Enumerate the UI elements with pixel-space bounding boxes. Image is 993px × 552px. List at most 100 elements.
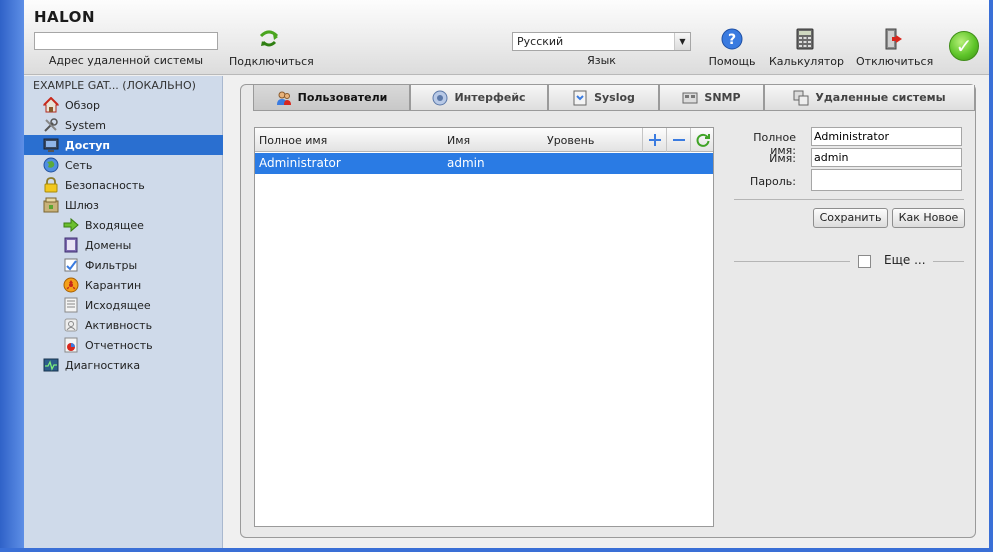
calculator-label: Калькулятор — [769, 55, 844, 68]
more-label: Еще ... — [884, 253, 926, 267]
sidebar-item-label: Сеть — [65, 158, 93, 172]
status-ok-checkmark-icon: ✓ — [949, 31, 979, 61]
sidebar-item-filters[interactable]: Фильтры — [24, 255, 223, 275]
disconnect-button[interactable]: Отключиться — [856, 28, 934, 68]
tab-label: Интерфейс — [454, 91, 526, 104]
sidebar-item-label: Карантин — [85, 278, 142, 292]
connect-label: Подключиться — [229, 55, 314, 68]
tab-interface[interactable]: Интерфейс — [410, 85, 548, 111]
sidebar-item-incoming[interactable]: Входящее — [24, 215, 223, 235]
password-field[interactable] — [811, 169, 962, 191]
sidebar-system-title: EXAMPLE GAT... (ЛОКАЛЬНО) — [33, 79, 196, 92]
outgoing-icon — [64, 297, 78, 313]
tab-label: Syslog — [594, 91, 635, 104]
sidebar-item-access[interactable]: Доступ — [24, 135, 223, 155]
connect-button[interactable]: Подключиться — [229, 28, 314, 68]
tab-snmp[interactable]: SNMP — [659, 85, 764, 111]
app-window: HALON Адрес удаленной системы Подключить… — [24, 0, 989, 548]
reports-icon — [64, 337, 78, 353]
tab-label: SNMP — [704, 91, 741, 104]
sidebar: EXAMPLE GAT... (ЛОКАЛЬНО) Обзор System Д… — [24, 76, 223, 548]
remove-user-button[interactable] — [666, 128, 690, 152]
sidebar-item-network[interactable]: Сеть — [24, 155, 223, 175]
diagnostics-icon — [43, 358, 59, 372]
tab-syslog[interactable]: Syslog — [548, 85, 659, 111]
add-user-button[interactable] — [642, 128, 666, 152]
tab-remote-systems[interactable]: Удаленные системы — [764, 85, 975, 111]
users-table-header: Полное имя Имя Уровень — [255, 128, 713, 152]
desktop-frame-bottom — [0, 548, 993, 552]
language-label: Язык — [587, 54, 616, 67]
filters-icon — [64, 258, 78, 272]
globe-icon — [43, 157, 59, 173]
quarantine-icon — [63, 277, 79, 293]
cell-name: admin — [447, 156, 485, 170]
plus-icon — [648, 134, 661, 146]
column-header-level[interactable]: Уровень — [547, 134, 594, 147]
cell-full-name: Administrator — [259, 156, 341, 170]
sidebar-item-label: Активность — [85, 318, 153, 332]
tab-bar: Пользователи Интерфейс Syslog SNMP Удале… — [253, 85, 975, 111]
remote-systems-icon — [793, 90, 809, 105]
sidebar-item-label: Обзор — [65, 98, 101, 112]
disconnect-label: Отключиться — [856, 55, 934, 68]
sidebar-item-label: Шлюз — [65, 198, 99, 212]
save-as-new-button[interactable]: Как Новое — [892, 208, 965, 228]
name-label: Имя: — [769, 152, 796, 165]
more-divider-left — [734, 261, 850, 262]
name-field[interactable] — [811, 148, 962, 167]
syslog-icon — [573, 90, 587, 105]
help-label: Помощь — [708, 55, 756, 68]
sidebar-item-label: Исходящее — [85, 298, 151, 312]
language-select[interactable]: Русский ▼ — [512, 32, 691, 51]
refresh-icon — [696, 133, 710, 147]
toolbar: HALON Адрес удаленной системы Подключить… — [24, 0, 989, 75]
language-value: Русский — [517, 35, 564, 48]
sidebar-item-diagnostics[interactable]: Диагностика — [24, 355, 223, 375]
sidebar-item-label: Входящее — [85, 218, 144, 232]
sidebar-item-quarantine[interactable]: Карантин — [24, 275, 223, 295]
sidebar-item-label: Фильтры — [85, 258, 138, 272]
more-checkbox[interactable] — [858, 255, 871, 268]
users-table: Полное имя Имя Уровень Administrator adm… — [254, 127, 714, 527]
disconnect-door-icon — [885, 28, 902, 50]
gateway-icon — [43, 197, 59, 213]
chevron-down-icon: ▼ — [674, 33, 690, 50]
help-icon: ? — [721, 28, 743, 50]
remote-address-input[interactable] — [34, 32, 218, 50]
main-content: Пользователи Интерфейс Syslog SNMP Удале… — [224, 76, 989, 548]
halon-logo: HALON — [34, 8, 95, 26]
sidebar-item-outgoing[interactable]: Исходящее — [24, 295, 223, 315]
table-row[interactable]: Administrator admin — [255, 153, 713, 174]
sidebar-item-gateway[interactable]: Шлюз — [24, 195, 223, 215]
interface-icon — [432, 90, 448, 105]
desktop-frame-right — [989, 0, 993, 552]
svg-text:?: ? — [728, 32, 736, 48]
sidebar-item-label: Доступ — [65, 138, 111, 152]
tab-label: Пользователи — [297, 91, 388, 104]
full-name-field[interactable] — [811, 127, 962, 146]
tab-users[interactable]: Пользователи — [253, 85, 410, 111]
lock-icon — [44, 177, 58, 193]
monitor-icon — [43, 138, 59, 152]
column-header-name[interactable]: Имя — [447, 134, 470, 147]
help-button[interactable]: ? Помощь — [708, 28, 756, 68]
refresh-button[interactable] — [690, 128, 714, 152]
sidebar-item-overview[interactable]: Обзор — [24, 95, 223, 115]
connect-arrow-icon — [259, 30, 279, 47]
users-icon — [276, 91, 291, 105]
calculator-button[interactable]: Калькулятор — [769, 28, 844, 68]
sidebar-item-domains[interactable]: Домены — [24, 235, 223, 255]
sidebar-item-activity[interactable]: Активность — [24, 315, 223, 335]
sidebar-item-system[interactable]: System — [24, 115, 223, 135]
snmp-icon — [682, 92, 698, 103]
sidebar-item-label: Домены — [85, 238, 132, 252]
sidebar-item-reports[interactable]: Отчетность — [24, 335, 223, 355]
sidebar-item-security[interactable]: Безопасность — [24, 175, 223, 195]
home-icon — [43, 97, 59, 113]
incoming-arrow-icon — [63, 217, 79, 233]
more-divider-right — [933, 261, 964, 262]
column-header-full-name[interactable]: Полное имя — [259, 134, 327, 147]
save-button[interactable]: Сохранить — [813, 208, 888, 228]
tools-icon — [44, 118, 58, 132]
